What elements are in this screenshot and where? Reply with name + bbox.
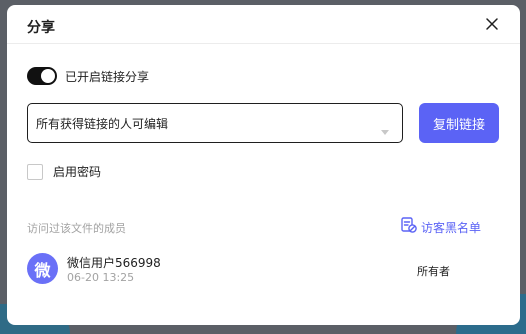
member-name: 微信用户566998 bbox=[67, 256, 161, 270]
header-divider bbox=[7, 43, 520, 44]
dialog-title: 分享 bbox=[27, 20, 55, 36]
link-share-toggle[interactable] bbox=[27, 67, 57, 85]
member-row: 微 微信用户566998 06-20 13:25 所有者 bbox=[27, 251, 500, 285]
avatar: 微 bbox=[27, 253, 58, 284]
blacklist-icon bbox=[400, 216, 418, 238]
password-row: 启用密码 bbox=[27, 163, 101, 180]
enable-password-label: 启用密码 bbox=[53, 165, 102, 179]
permission-select-value: 所有获得链接的人可编辑 bbox=[36, 116, 169, 131]
members-section-label: 访问过该文件的成员 bbox=[27, 222, 126, 235]
member-time: 06-20 13:25 bbox=[67, 271, 135, 284]
permission-select[interactable]: 所有获得链接的人可编辑 bbox=[27, 103, 403, 143]
visitor-blacklist-label: 访客黑名单 bbox=[421, 220, 482, 235]
visitor-blacklist-link[interactable]: 访客黑名单 bbox=[400, 216, 481, 238]
member-role: 所有者 bbox=[417, 265, 450, 278]
link-share-label: 已开启链接分享 bbox=[65, 69, 150, 84]
share-dialog: 分享 已开启链接分享 所有获得链接的人可编辑 复制链接 启用密码 访问过该文件的… bbox=[7, 5, 520, 325]
chevron-down-icon bbox=[381, 121, 389, 140]
close-icon[interactable] bbox=[484, 16, 500, 32]
link-share-toggle-row: 已开启链接分享 bbox=[27, 67, 149, 85]
toggle-knob bbox=[41, 69, 55, 83]
enable-password-checkbox[interactable] bbox=[27, 163, 43, 180]
copy-link-button[interactable]: 复制链接 bbox=[419, 103, 499, 143]
